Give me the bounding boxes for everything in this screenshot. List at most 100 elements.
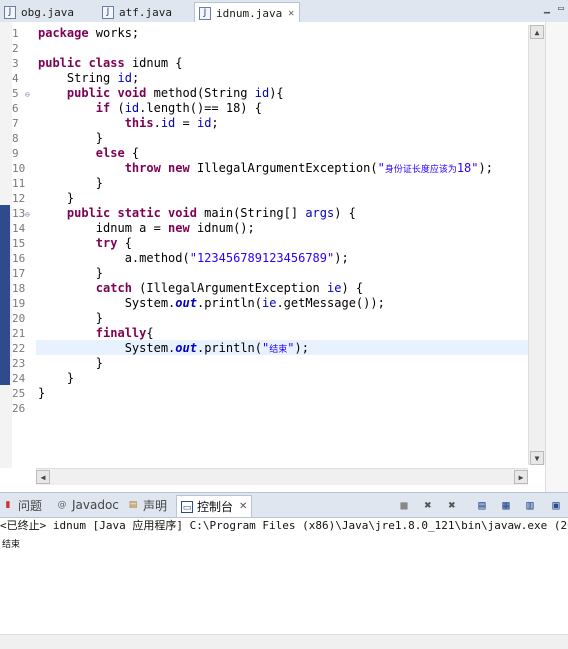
- console-horizontal-scrollbar[interactable]: [0, 634, 568, 649]
- field-name: id: [124, 101, 140, 115]
- tab-console[interactable]: ▭ 控制台 ✕: [176, 495, 253, 517]
- code-text: idnum {: [124, 56, 183, 70]
- code-line-24: }: [38, 371, 75, 385]
- code-text: {: [146, 326, 154, 340]
- close-icon[interactable]: ✕: [239, 501, 247, 512]
- code-text: =: [175, 116, 197, 130]
- code-text: (: [110, 101, 125, 115]
- line-number: 15: [12, 237, 26, 250]
- code-line-11: }: [38, 176, 104, 190]
- terminate-icon[interactable]: ■: [396, 497, 412, 513]
- keyword: package: [38, 26, 89, 40]
- param-name: ie: [262, 296, 277, 310]
- scroll-left-icon[interactable]: ◀: [36, 470, 50, 484]
- code-line-12: }: [38, 191, 75, 205]
- tab-idnum-java[interactable]: J idnum.java ✕: [194, 2, 300, 23]
- tab-label: 问题: [18, 498, 43, 513]
- code-text: a.method(: [38, 251, 190, 265]
- line-number: 20: [12, 312, 26, 325]
- code-text: {: [124, 146, 140, 160]
- line-number: 3: [12, 57, 19, 70]
- code-line-13: public static void main(String[] args) {: [38, 206, 356, 221]
- code-line-10: throw new IllegalArgumentException("身份证长…: [38, 161, 493, 176]
- overview-ruler-right: [545, 22, 568, 492]
- code-text: idnum();: [189, 221, 255, 235]
- code-text: String: [38, 71, 118, 85]
- scroll-right-icon[interactable]: ▶: [514, 470, 528, 484]
- line-number: 6: [12, 102, 19, 115]
- minimize-icon[interactable]: ▁: [544, 3, 550, 14]
- line-number: 26: [12, 402, 26, 415]
- debug-marker: [0, 205, 10, 385]
- code-line-19: System.out.println(ie.getMessage());: [38, 296, 385, 311]
- scroll-down-icon[interactable]: ▼: [530, 451, 544, 465]
- java-file-icon: J: [4, 5, 16, 19]
- fold-icon[interactable]: ⊖: [25, 90, 30, 99]
- editor-tab-bar: J obg.java J atf.java J idnum.java ✕ ▁ ▭: [0, 0, 568, 23]
- line-number: 2: [12, 42, 19, 55]
- scroll-up-icon[interactable]: ▲: [530, 25, 544, 39]
- field-name: id: [117, 71, 132, 85]
- code-text: {: [117, 236, 132, 250]
- param-name: ie: [327, 281, 342, 295]
- line-number: 23: [12, 357, 26, 370]
- field-name: id: [160, 116, 176, 130]
- code-line-15: try {: [38, 236, 132, 251]
- code-line-5: public void method(String id){: [38, 86, 284, 101]
- code-line-3: public class idnum {: [38, 56, 183, 71]
- pin-console-icon[interactable]: ▣: [548, 497, 564, 513]
- code-line-17: }: [38, 266, 104, 280]
- close-icon[interactable]: ✕: [288, 8, 294, 19]
- code-text: );: [478, 161, 493, 175]
- tab-label: 控制台: [197, 500, 234, 514]
- maximize-icon[interactable]: ▭: [558, 3, 564, 14]
- code-text: System.: [38, 296, 176, 310]
- code-line-9: else {: [38, 146, 139, 161]
- code-text: ;: [131, 71, 140, 85]
- line-number: 14: [12, 222, 26, 235]
- remove-all-launches-icon[interactable]: ✖: [444, 497, 460, 513]
- code-text: idnum a =: [38, 221, 169, 235]
- code-line-18: catch (IllegalArgumentException ie) {: [38, 281, 363, 296]
- tab-label: 声明: [143, 498, 168, 513]
- tab-javadoc[interactable]: @ Javadoc: [56, 495, 119, 515]
- tab-label: idnum.java: [216, 6, 283, 20]
- code-text: .: [153, 116, 161, 130]
- window-controls: ▁ ▭: [544, 3, 564, 14]
- string-literal: 身份证长度应该为: [384, 165, 457, 175]
- string-literal: 结束: [269, 345, 288, 355]
- line-number: 4: [12, 72, 19, 85]
- scroll-lock-icon[interactable]: ▦: [498, 497, 514, 513]
- clear-console-icon[interactable]: ▤: [474, 497, 490, 513]
- code-text: main(String[]: [196, 206, 306, 220]
- code-text: ) {: [334, 206, 356, 220]
- line-number: 11: [12, 177, 26, 190]
- tab-label: atf.java: [119, 5, 172, 19]
- static-field: out: [175, 296, 197, 310]
- code-line-16: a.method("123456789123456789");: [38, 251, 349, 266]
- line-number: 18: [12, 282, 26, 295]
- tab-atf-java[interactable]: J atf.java: [98, 2, 190, 22]
- declaration-icon: ▤: [128, 500, 138, 510]
- horizontal-scrollbar[interactable]: ◀ ▶: [36, 468, 528, 485]
- word-wrap-icon[interactable]: ▥: [522, 497, 538, 513]
- fold-icon[interactable]: ⊖: [25, 210, 30, 219]
- panel-tab-bar: ▮ 问题 @ Javadoc ▤ 声明 ▭ 控制台 ✕ ■ ✖ ✖ ▤ ▦ ▥ …: [0, 492, 568, 518]
- console-icon: ▭: [181, 500, 193, 513]
- java-file-icon: J: [199, 6, 211, 20]
- keyword: void: [160, 206, 197, 220]
- keyword: this: [38, 116, 154, 130]
- console-process-info: <已终止> idnum [Java 应用程序] C:\Program Files…: [0, 519, 568, 532]
- code-editor[interactable]: 1 2 3 4 5 6 7 8 9 10 11 12 13 14 15 16 17 18 19 20 21 22 23 24 2…: [0, 22, 545, 468]
- vertical-scrollbar[interactable]: ▲ ▼: [528, 25, 545, 465]
- console-output[interactable]: 结束: [2, 537, 20, 550]
- remove-launch-icon[interactable]: ✖: [420, 497, 436, 513]
- code-text: .println(: [196, 341, 262, 355]
- tab-problems[interactable]: ▮ 问题: [2, 495, 43, 515]
- tab-obg-java[interactable]: J obg.java: [0, 2, 92, 22]
- code-line-23: }: [38, 356, 104, 370]
- string-quote: ": [471, 161, 479, 175]
- tab-declaration[interactable]: ▤ 声明: [127, 495, 167, 515]
- code-text: ) {: [341, 281, 364, 295]
- keyword: public: [38, 86, 111, 100]
